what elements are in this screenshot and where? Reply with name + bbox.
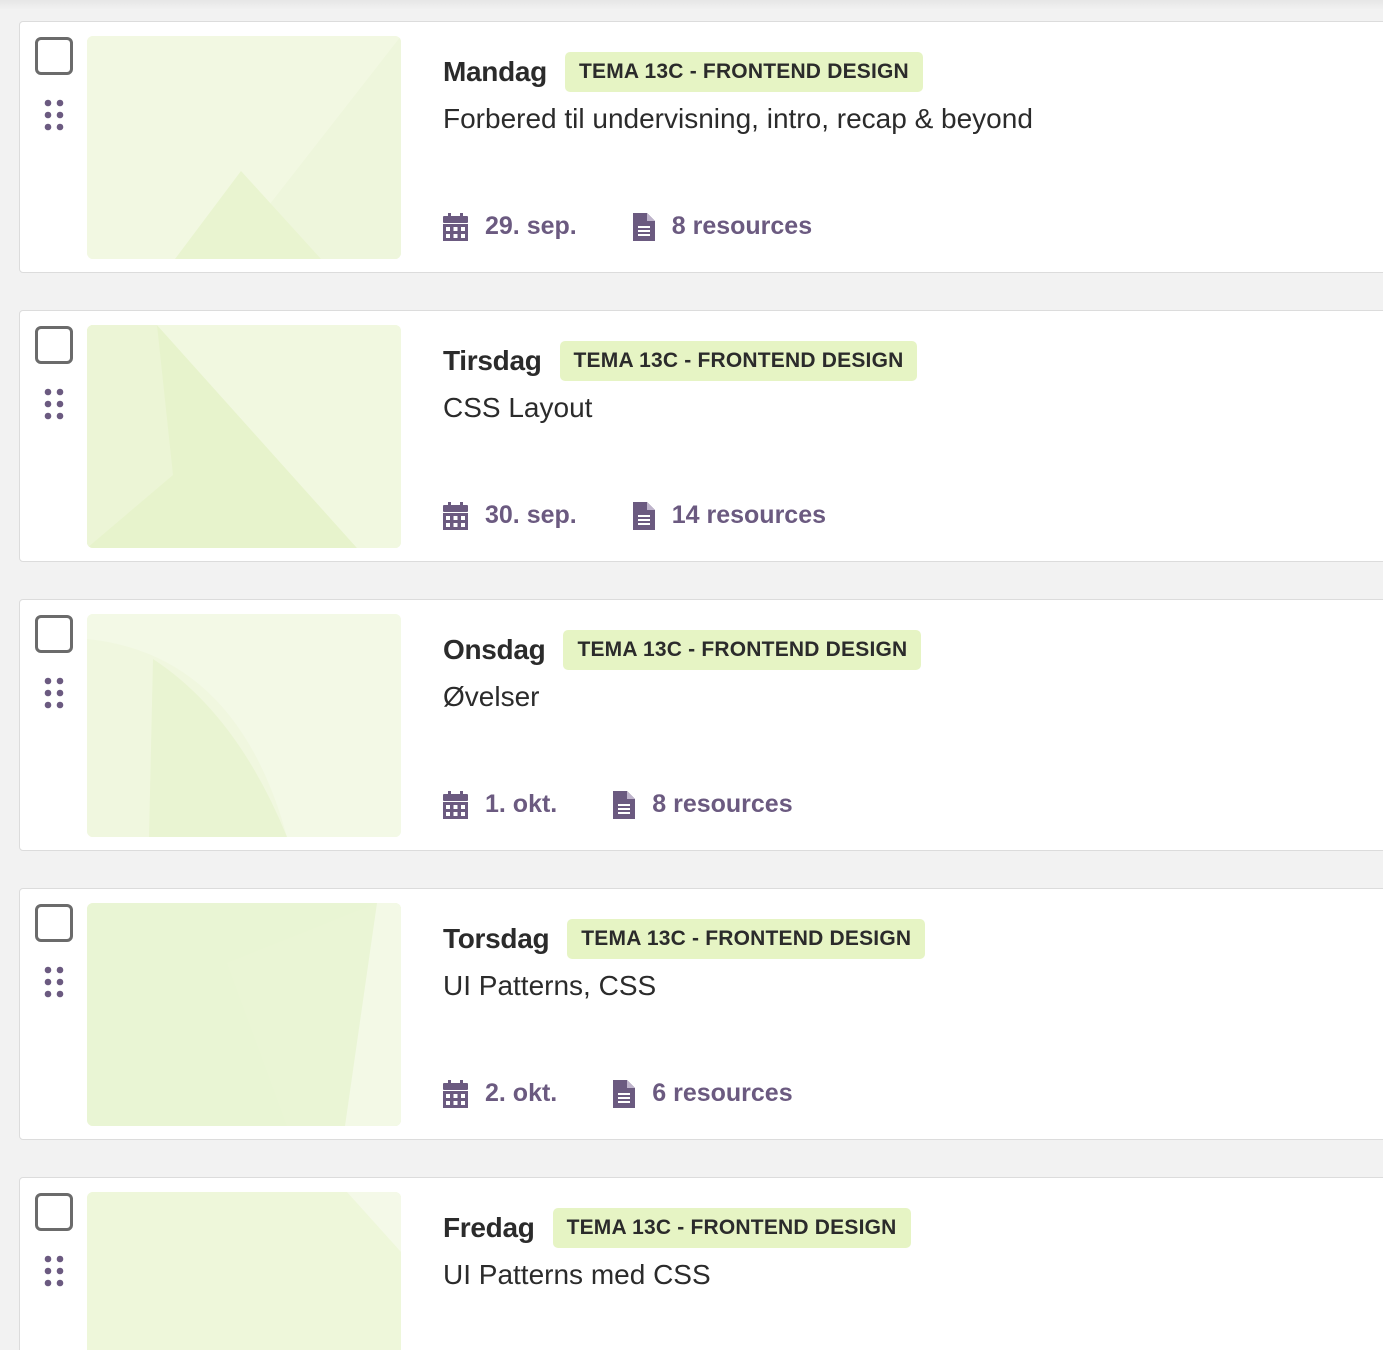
resources-count[interactable]: 8 resources: [652, 790, 792, 819]
lesson-thumbnail[interactable]: [87, 36, 401, 259]
lesson-content: Onsdag TEMA 13C - FRONTEND DESIGN Øvelse…: [443, 628, 1383, 714]
drag-handle-icon[interactable]: [42, 1254, 66, 1288]
lesson-card-tuesday[interactable]: Tirsdag TEMA 13C - FRONTEND DESIGN CSS L…: [19, 310, 1383, 562]
lesson-card-monday[interactable]: Mandag TEMA 13C - FRONTEND DESIGN Forber…: [19, 21, 1383, 273]
calendar-icon: [443, 501, 468, 530]
theme-tag: TEMA 13C - FRONTEND DESIGN: [552, 1208, 911, 1248]
theme-tag: TEMA 13C - FRONTEND DESIGN: [564, 52, 923, 92]
select-checkbox[interactable]: [35, 1193, 73, 1231]
lesson-thumbnail[interactable]: [87, 325, 401, 548]
lesson-title[interactable]: CSS Layout: [443, 391, 1383, 425]
calendar-icon: [443, 790, 468, 819]
lesson-content: Torsdag TEMA 13C - FRONTEND DESIGN UI Pa…: [443, 917, 1383, 1003]
theme-tag: TEMA 13C - FRONTEND DESIGN: [563, 630, 922, 670]
title-row: Mandag TEMA 13C - FRONTEND DESIGN: [443, 50, 1383, 94]
select-checkbox[interactable]: [35, 37, 73, 75]
lesson-thumbnail[interactable]: [87, 614, 401, 837]
date-text: 29. sep.: [485, 212, 577, 240]
lesson-content: Mandag TEMA 13C - FRONTEND DESIGN Forber…: [443, 50, 1383, 136]
lesson-title[interactable]: UI Patterns, CSS: [443, 969, 1383, 1003]
select-checkbox[interactable]: [35, 326, 73, 364]
lesson-thumbnail[interactable]: [87, 903, 401, 1126]
resources-count[interactable]: 6 resources: [652, 1079, 792, 1108]
lesson-title[interactable]: UI Patterns med CSS: [443, 1258, 1383, 1292]
lesson-meta: 30. sep. 14 resources: [443, 501, 882, 530]
lesson-card-friday[interactable]: Fredag TEMA 13C - FRONTEND DESIGN UI Pat…: [19, 1177, 1383, 1350]
day-label[interactable]: Torsdag: [443, 923, 550, 955]
title-row: Onsdag TEMA 13C - FRONTEND DESIGN: [443, 628, 1383, 672]
title-row: Torsdag TEMA 13C - FRONTEND DESIGN: [443, 917, 1383, 961]
lesson-meta: 2. okt. 6 resources: [443, 1079, 849, 1108]
calendar-icon: [443, 212, 468, 241]
document-icon: [632, 501, 655, 530]
drag-handle-icon[interactable]: [42, 387, 66, 421]
day-label[interactable]: Tirsdag: [443, 345, 542, 377]
drag-handle-icon[interactable]: [42, 965, 66, 999]
lesson-content: Fredag TEMA 13C - FRONTEND DESIGN UI Pat…: [443, 1206, 1383, 1292]
resources-info[interactable]: 6 resources: [613, 1079, 793, 1108]
top-shadow: [0, 0, 1383, 10]
date-info: 30. sep.: [443, 501, 577, 530]
theme-tag: TEMA 13C - FRONTEND DESIGN: [559, 341, 918, 381]
lesson-thumbnail[interactable]: [87, 1192, 401, 1350]
document-icon: [613, 790, 636, 819]
date-text: 30. sep.: [485, 501, 577, 529]
lesson-title[interactable]: Øvelser: [443, 680, 1383, 714]
date-info: 29. sep.: [443, 212, 577, 241]
resources-info[interactable]: 14 resources: [632, 501, 826, 530]
lesson-card-thursday[interactable]: Torsdag TEMA 13C - FRONTEND DESIGN UI Pa…: [19, 888, 1383, 1140]
lesson-card-wednesday[interactable]: Onsdag TEMA 13C - FRONTEND DESIGN Øvelse…: [19, 599, 1383, 851]
lesson-meta: 1. okt. 8 resources: [443, 790, 849, 819]
day-label[interactable]: Mandag: [443, 56, 547, 88]
document-icon: [632, 212, 655, 241]
theme-tag: TEMA 13C - FRONTEND DESIGN: [567, 919, 926, 959]
lesson-meta: 29. sep. 8 resources: [443, 212, 868, 241]
date-info: 2. okt.: [443, 1079, 557, 1108]
date-text: 1. okt.: [485, 790, 558, 818]
day-label[interactable]: Fredag: [443, 1212, 535, 1244]
resources-count[interactable]: 8 resources: [672, 212, 812, 241]
day-label[interactable]: Onsdag: [443, 634, 546, 666]
select-checkbox[interactable]: [35, 904, 73, 942]
resources-count[interactable]: 14 resources: [672, 501, 826, 530]
title-row: Tirsdag TEMA 13C - FRONTEND DESIGN: [443, 339, 1383, 383]
drag-handle-icon[interactable]: [42, 676, 66, 710]
calendar-icon: [443, 1079, 468, 1108]
lesson-list-page: Mandag TEMA 13C - FRONTEND DESIGN Forber…: [0, 0, 1383, 1350]
date-text: 2. okt.: [485, 1079, 558, 1107]
lesson-title[interactable]: Forbered til undervisning, intro, recap …: [443, 102, 1383, 136]
drag-handle-icon[interactable]: [42, 98, 66, 132]
select-checkbox[interactable]: [35, 615, 73, 653]
lesson-content: Tirsdag TEMA 13C - FRONTEND DESIGN CSS L…: [443, 339, 1383, 425]
document-icon: [613, 1079, 636, 1108]
resources-info[interactable]: 8 resources: [613, 790, 793, 819]
resources-info[interactable]: 8 resources: [632, 212, 812, 241]
date-info: 1. okt.: [443, 790, 557, 819]
title-row: Fredag TEMA 13C - FRONTEND DESIGN: [443, 1206, 1383, 1250]
